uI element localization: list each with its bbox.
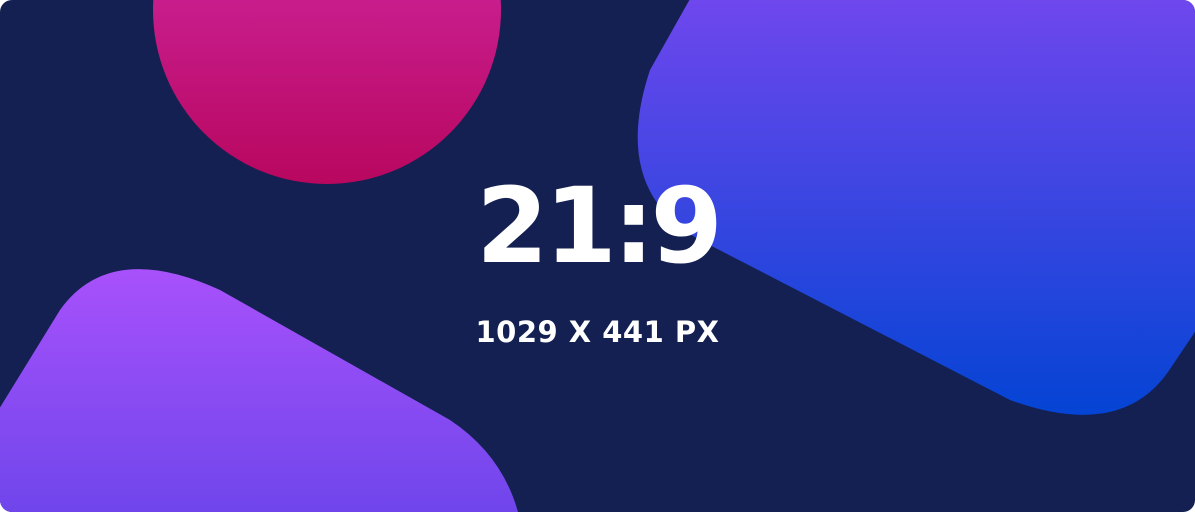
pink-circle-shape (153, 0, 501, 184)
aspect-ratio-banner: 21:9 1029 X 441 PX (0, 0, 1195, 512)
purple-rounded-shape (0, 269, 518, 512)
pixel-dimensions-label: 1029 X 441 PX (475, 315, 720, 349)
aspect-ratio-label: 21:9 (476, 165, 723, 287)
